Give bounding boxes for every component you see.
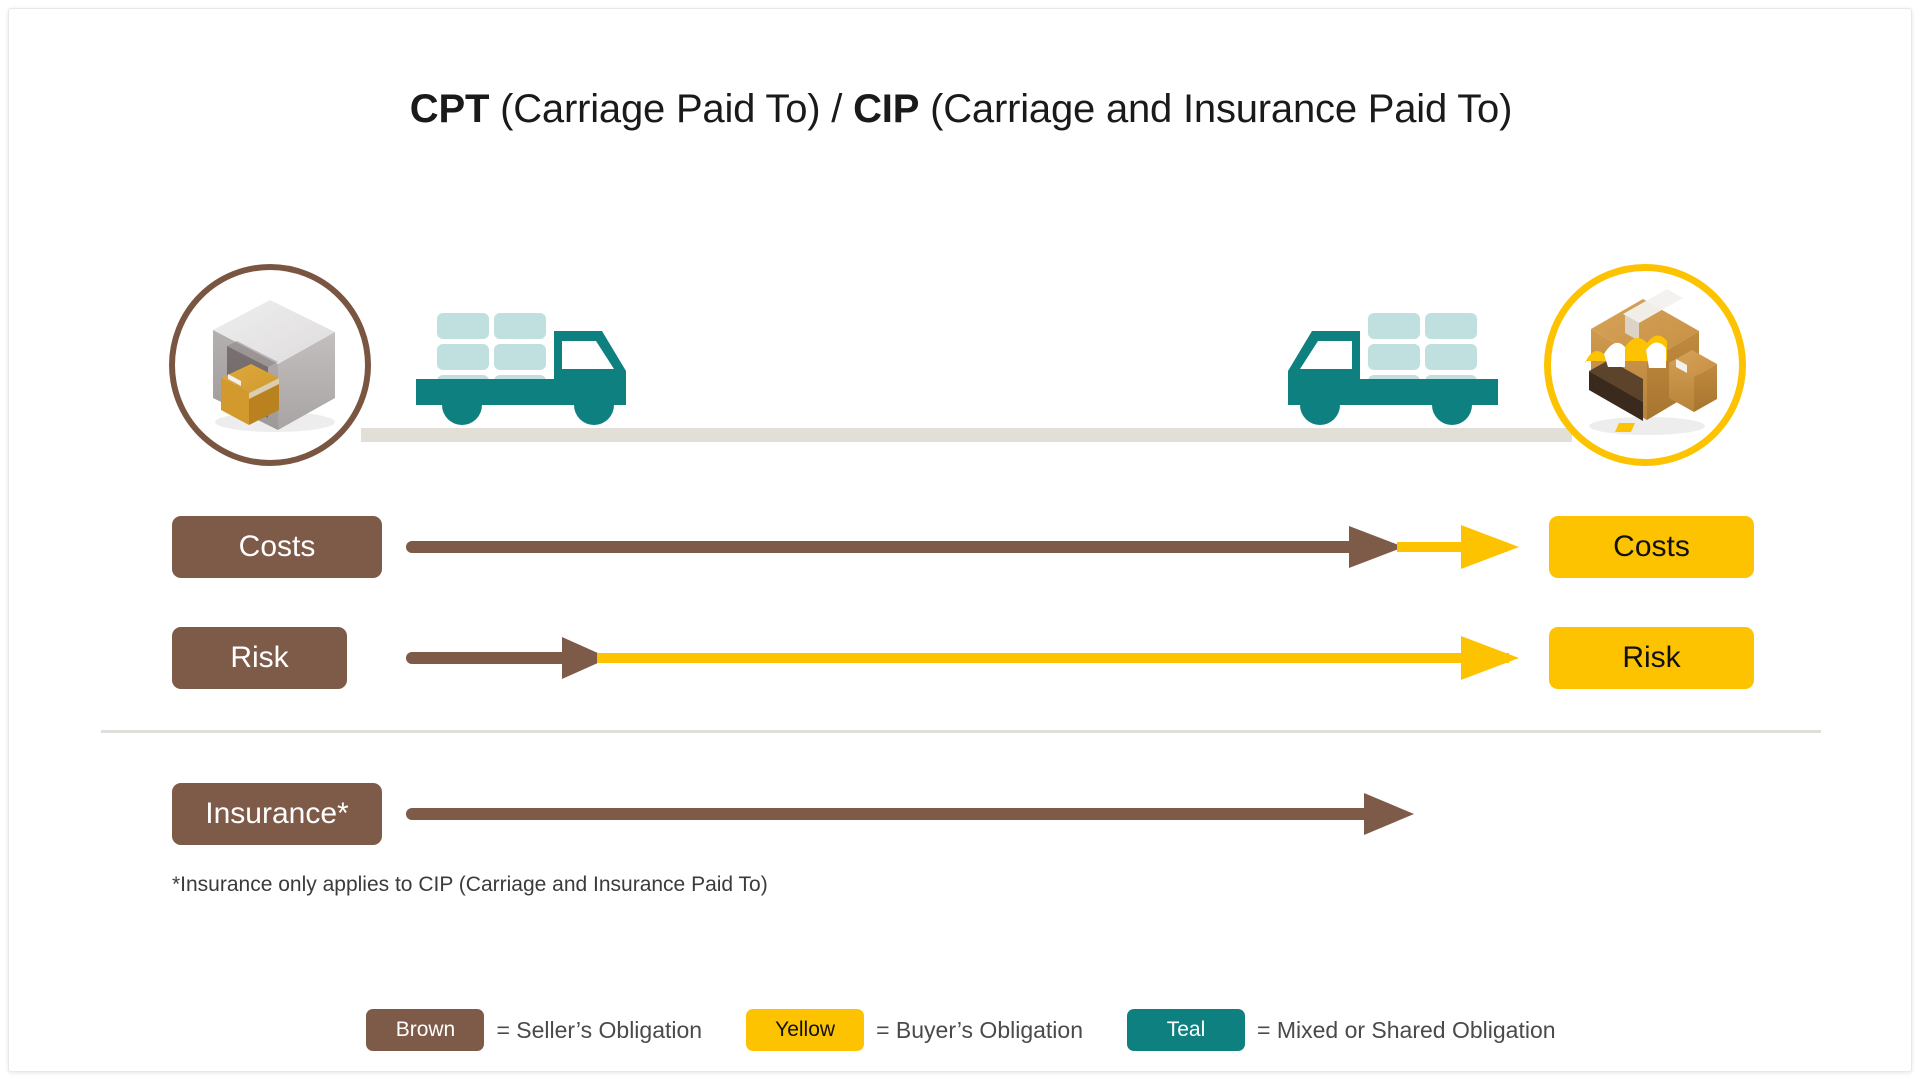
legend-text-yellow: = Buyer’s Obligation	[876, 1016, 1084, 1043]
section-divider	[101, 730, 1821, 733]
insurance-arrow	[406, 793, 1414, 835]
row-costs: Costs Costs	[9, 516, 1911, 578]
legend: Brown = Seller’s Obligation Yellow = Buy…	[9, 1009, 1911, 1051]
row-insurance: Insurance*	[9, 783, 1911, 845]
insurance-arrow-head	[1364, 793, 1414, 835]
risk-arrow-yellow-line	[597, 653, 1509, 663]
costs-buyer-chip: Costs	[1549, 516, 1754, 578]
insurance-arrow-line	[406, 808, 1381, 820]
legend-chip-teal: Teal	[1127, 1009, 1246, 1051]
legend-item-teal: Teal = Mixed or Shared Obligation	[1127, 1009, 1556, 1051]
legend-chip-yellow: Yellow	[746, 1009, 865, 1051]
legend-item-yellow: Yellow = Buyer’s Obligation	[746, 1009, 1083, 1051]
risk-arrow-brown-line	[406, 652, 576, 664]
costs-arrow-brown-head	[1349, 526, 1404, 568]
risk-arrow-yellow-head	[1461, 636, 1519, 680]
insurance-footnote: *Insurance only applies to CIP (Carriage…	[172, 873, 768, 896]
infographic-card: CPT (Carriage Paid To) / CIP (Carriage a…	[8, 8, 1912, 1072]
obligation-rows: Costs Costs Risk Risk Insurance* *Insura…	[9, 9, 1911, 1071]
legend-item-brown: Brown = Seller’s Obligation	[366, 1009, 702, 1051]
row-risk: Risk Risk	[9, 627, 1911, 689]
costs-arrow-yellow-head	[1461, 525, 1519, 569]
costs-arrow-brown-line	[406, 541, 1366, 553]
legend-text-teal: = Mixed or Shared Obligation	[1257, 1016, 1556, 1043]
legend-chip-brown: Brown	[366, 1009, 485, 1051]
risk-buyer-chip: Risk	[1549, 627, 1754, 689]
legend-text-brown: = Seller’s Obligation	[496, 1016, 703, 1043]
